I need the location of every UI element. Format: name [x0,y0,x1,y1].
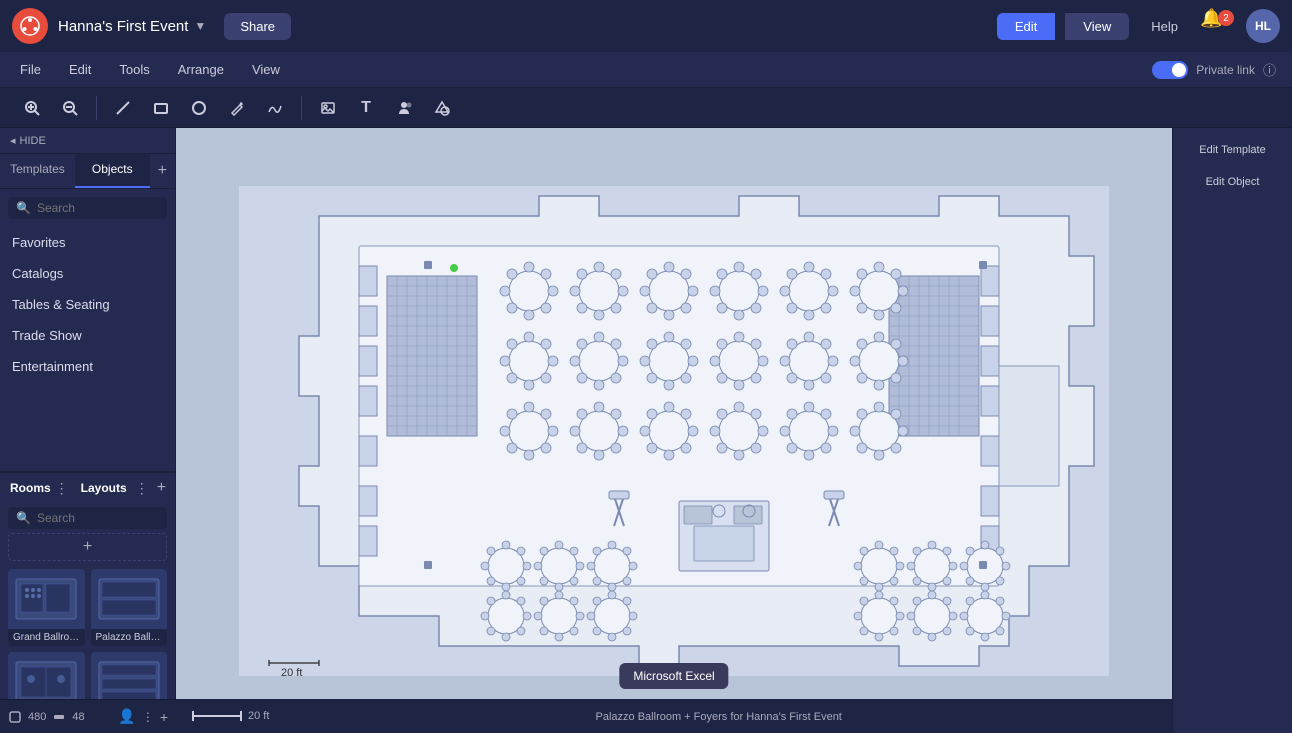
section-entertainment[interactable]: Entertainment [0,351,175,382]
add-person-button[interactable]: + [160,709,168,725]
shape-tool-button[interactable] [426,92,458,124]
header: Hanna's First Event ▼ Share Edit View He… [0,0,1292,52]
share-button[interactable]: Share [224,13,291,40]
line-tool-button[interactable] [107,92,139,124]
add-tab-button[interactable]: + [150,154,175,188]
search-input[interactable] [37,201,159,215]
freehand-tool-button[interactable] [259,92,291,124]
sidebar-tabs: Templates Objects + [0,154,175,189]
section-favorites[interactable]: Favorites [0,227,175,258]
toolbar: T [0,88,1292,128]
rooms-search-input[interactable] [37,511,159,525]
menu-arrange[interactable]: Arrange [174,60,228,79]
section-trade-show[interactable]: Trade Show [0,320,175,351]
rooms-search-icon: 🔍 [16,511,31,525]
layouts-options-icon[interactable]: ⋮ [135,480,149,497]
add-room-button[interactable]: + [8,533,167,561]
rooms-section: Rooms ⋮ Layouts ⋮ + 🔍 + [0,471,175,733]
hide-button[interactable]: ◂ HIDE [0,128,175,154]
floorplan-svg[interactable]: 20 ft [239,186,1109,676]
help-button[interactable]: Help [1139,13,1190,40]
info-icon[interactable]: ⓘ [1263,60,1276,79]
breadcrumb-container: Palazzo Ballroom + Foyers for Hanna's Fi… [281,707,1156,725]
zoom-out-button[interactable] [54,92,86,124]
edit-button[interactable]: Edit [997,13,1055,40]
room-thumbnail-img-2 [91,569,168,629]
rectangle-tool-button[interactable] [145,92,177,124]
right-sidebar: Edit Template Edit Object [1172,128,1292,733]
room-thumbnail-label-1: Grand Ballroo... [8,629,85,646]
menu-file[interactable]: File [16,60,45,79]
tab-templates[interactable]: Templates [0,154,75,188]
chevron-left-icon: ◂ [10,134,16,147]
private-link-label: Private link [1196,63,1255,77]
pen-tool-button[interactable] [221,92,253,124]
layouts-label: Layouts [81,481,127,495]
image-tool-button[interactable] [312,92,344,124]
avatar[interactable]: HL [1246,9,1280,43]
sidebar-scroll-area: Favorites Catalogs Tables & Seating Trad… [0,227,175,471]
export-tooltip: Microsoft Excel [619,663,728,689]
edit-template-button[interactable]: Edit Template [1181,140,1284,160]
rooms-label: Rooms [10,481,51,495]
scale-label: 20 ft [248,710,269,722]
menubar: File Edit Tools Arrange View Private lin… [0,52,1292,88]
main-layout: ◂ HIDE Templates Objects + 🔍 Favorites C… [0,128,1292,733]
left-sidebar: ◂ HIDE Templates Objects + 🔍 Favorites C… [0,128,176,733]
bottom-bar: 20 ft Palazzo Ballroom + Foyers for Hann… [176,699,1172,733]
svg-text:20 ft: 20 ft [281,667,302,676]
width-value: 48 [72,711,84,723]
chevron-down-icon: ▼ [194,19,206,33]
people-tool-button[interactable] [388,92,420,124]
notification-badge: 2 [1218,10,1234,26]
tab-objects[interactable]: Objects [75,154,150,188]
room-thumbnail-2[interactable]: Palazzo Ballroo... [91,569,168,646]
breadcrumb: Palazzo Ballroom + Foyers for Hanna's Fi… [596,711,842,723]
edit-object-button[interactable]: Edit Object [1181,172,1284,192]
hide-label: HIDE [20,135,46,147]
rooms-header: Rooms ⋮ Layouts ⋮ + [0,472,175,503]
room-thumbnail-1[interactable]: Grand Ballroo... [8,569,85,646]
notification-button[interactable]: 🔔 2 [1200,8,1236,44]
room-thumbnail-label-2: Palazzo Ballroo... [91,629,168,646]
dims-options[interactable]: ⋮ [142,710,154,724]
section-catalogs[interactable]: Catalogs [0,258,175,289]
scale-line [192,715,242,717]
objects-search-bar[interactable]: 🔍 [8,197,167,219]
private-link-toggle[interactable]: Private link ⓘ [1152,60,1276,79]
menu-tools[interactable]: Tools [115,60,153,79]
view-button[interactable]: View [1065,13,1129,40]
rooms-options-icon[interactable]: ⋮ [55,480,69,497]
canvas-inner: 20 ft [176,128,1172,733]
search-icon: 🔍 [16,201,31,215]
add-layout-button[interactable]: + [157,479,166,497]
circle-tool-button[interactable] [183,92,215,124]
person-icon[interactable]: 👤 [118,708,135,725]
private-link-switch[interactable] [1152,61,1188,79]
zoom-in-button[interactable] [16,92,48,124]
section-tables-seating[interactable]: Tables & Seating [0,289,175,320]
menu-view[interactable]: View [248,60,284,79]
canvas-area[interactable]: 20 ft Microsoft Excel 20 ft Palazzo Ball… [176,128,1172,733]
room-thumbnail-img-1 [8,569,85,629]
event-name[interactable]: Hanna's First Event ▼ [58,18,206,35]
dims-panel: 480 48 👤 ⋮ + [0,699,176,733]
app-logo [12,8,48,44]
height-value: 480 [28,711,46,723]
menu-edit[interactable]: Edit [65,60,95,79]
text-tool-button[interactable]: T [350,92,382,124]
scale-indicator: 20 ft [192,710,269,722]
rooms-search-bar[interactable]: 🔍 [8,507,167,529]
